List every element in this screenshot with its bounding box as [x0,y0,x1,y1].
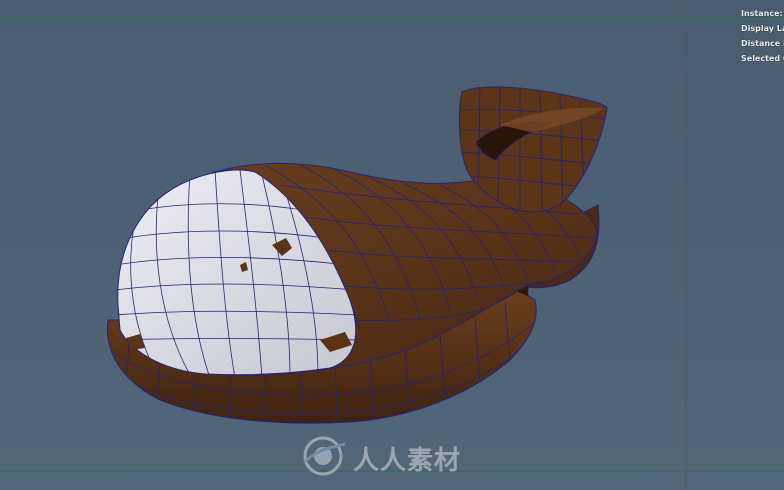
hud-distance: Distance Fr [741,39,784,48]
heads-up-display: Instance: Display Lay Distance Fr Select… [741,6,784,66]
viewport-scene[interactable] [0,0,784,490]
maya-viewport[interactable]: 人人素材 Instance: Display Lay Distance Fr S… [0,0,784,490]
hud-selected-objects: Selected O [741,54,784,63]
hud-instance: Instance: [741,9,783,18]
hud-display-layer: Display Lay [741,24,784,33]
watermark-text: 人人素材 [353,446,462,476]
